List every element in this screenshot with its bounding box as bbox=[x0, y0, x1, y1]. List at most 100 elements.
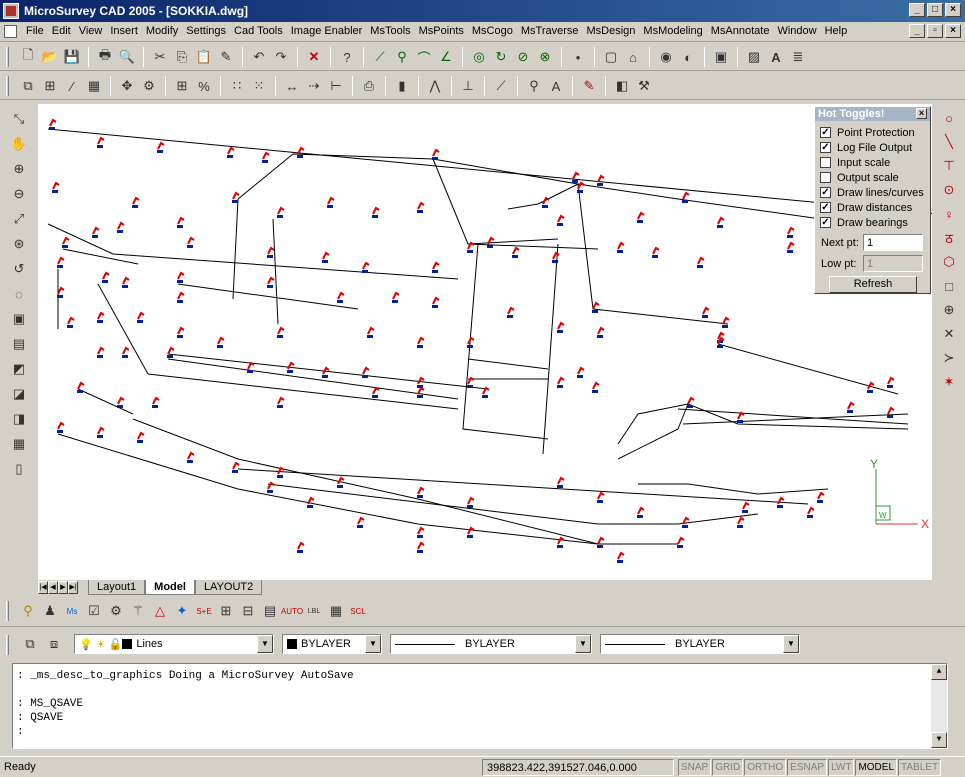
status-toggle-ortho[interactable]: ORTHO bbox=[744, 759, 787, 776]
menu-mstraverse[interactable]: MsTraverse bbox=[517, 25, 583, 37]
copy-object-icon[interactable]: ⊞ bbox=[40, 76, 60, 96]
menu-mscogo[interactable]: MsCogo bbox=[468, 25, 517, 37]
save-icon[interactable]: 💾 bbox=[62, 47, 82, 67]
pick-icon[interactable]: ⤡ bbox=[9, 109, 29, 129]
command-line[interactable]: : _ms_desc_to_graphics Doing a MicroSurv… bbox=[12, 663, 948, 749]
command-scrollbar[interactable]: ▲ ▼ bbox=[931, 664, 947, 748]
named-view-icon[interactable]: ▤ bbox=[9, 334, 29, 354]
checklist-icon[interactable]: ☑ bbox=[84, 601, 104, 621]
mtext-tool-icon[interactable]: ≣ bbox=[788, 47, 808, 67]
snap-clear-icon[interactable]: ✶ bbox=[938, 372, 960, 392]
print-preview-icon[interactable]: 🔍 bbox=[117, 47, 137, 67]
refresh-button[interactable]: Refresh bbox=[829, 276, 917, 293]
checkbox[interactable]: ✓ bbox=[820, 142, 831, 153]
color-combo[interactable]: BYLAYER ▼ bbox=[282, 634, 382, 654]
slope-icon[interactable]: ⟋ bbox=[491, 76, 511, 96]
status-toggle-grid[interactable]: GRID bbox=[712, 759, 744, 776]
intersection-icon[interactable]: ✕ bbox=[938, 324, 960, 344]
network-icon[interactable]: ✦ bbox=[172, 601, 192, 621]
label-default-icon[interactable]: LBL bbox=[304, 601, 324, 621]
print-icon[interactable]: 🖶 bbox=[95, 47, 115, 67]
circle-draw-icon[interactable]: ○ bbox=[938, 108, 960, 128]
linetype-combo[interactable]: BYLAYER ▼ bbox=[390, 634, 592, 654]
point-tool-icon[interactable]: • bbox=[568, 47, 588, 67]
minimize-button[interactable]: _ bbox=[909, 3, 925, 17]
checkbox[interactable]: ✓ bbox=[820, 187, 831, 198]
polyline-tool-icon[interactable]: ∠ bbox=[436, 47, 456, 67]
block-list-icon[interactable]: ▤ bbox=[260, 601, 280, 621]
status-toggle-tablet[interactable]: TABLET bbox=[898, 759, 942, 776]
menu-mspoints[interactable]: MsPoints bbox=[415, 25, 468, 37]
help-icon[interactable]: ? bbox=[337, 47, 357, 67]
percent-icon[interactable]: % bbox=[194, 76, 214, 96]
checkbox[interactable]: ✓ bbox=[820, 127, 831, 138]
doc-minimize-button[interactable]: _ bbox=[909, 24, 925, 38]
toggle-log-file-output[interactable]: ✓ Log File Output bbox=[820, 140, 930, 155]
menu-edit[interactable]: Edit bbox=[48, 25, 75, 37]
checkbox[interactable] bbox=[820, 157, 831, 168]
next-pt-input[interactable] bbox=[863, 234, 923, 251]
open-icon[interactable]: 📂 bbox=[40, 47, 60, 67]
new-icon[interactable]: 🗋 bbox=[18, 47, 38, 67]
grid-view-icon[interactable]: ▦ bbox=[84, 76, 104, 96]
render-icon[interactable]: ◩ bbox=[9, 359, 29, 379]
line-draw-icon[interactable]: ╲ bbox=[938, 132, 960, 152]
block-tool-icon[interactable]: ⌂ bbox=[623, 47, 643, 67]
menu-mstools[interactable]: MsTools bbox=[366, 25, 414, 37]
make-layer-current-icon[interactable]: ⧈ bbox=[44, 634, 64, 654]
lineweight-combo[interactable]: BYLAYER ▼ bbox=[600, 634, 800, 654]
zoom-in-icon[interactable]: ⊕ bbox=[9, 159, 29, 179]
linetype-dropdown-arrow[interactable]: ▼ bbox=[575, 635, 591, 653]
layer-state-icon[interactable]: ⚙ bbox=[139, 76, 159, 96]
menu-file[interactable]: File bbox=[22, 25, 48, 37]
measure-icon[interactable]: ⁄ bbox=[62, 76, 82, 96]
copy-icon[interactable]: ⎘ bbox=[172, 47, 192, 67]
first-tab-button[interactable]: |◀ bbox=[38, 581, 48, 594]
low-pt-input[interactable] bbox=[863, 255, 923, 272]
ms-setup-icon[interactable]: Ms bbox=[62, 601, 82, 621]
tab-layout2[interactable]: LAYOUT2 bbox=[194, 580, 263, 595]
square-icon[interactable]: □ bbox=[938, 276, 960, 296]
pin-icon[interactable]: ⚲ bbox=[18, 601, 38, 621]
scale-icon[interactable]: SCL bbox=[348, 601, 368, 621]
scatter-icon[interactable]: ⁙ bbox=[249, 76, 269, 96]
menu-help[interactable]: Help bbox=[821, 25, 852, 37]
dimension-icon[interactable]: ↔ bbox=[282, 76, 302, 96]
toggle-draw-distances[interactable]: ✓ Draw distances bbox=[820, 200, 930, 215]
prev-tab-button[interactable]: ◀ bbox=[48, 581, 58, 594]
document-icon[interactable] bbox=[4, 25, 17, 38]
match-properties-icon[interactable]: ✎ bbox=[216, 47, 236, 67]
color-dropdown-arrow[interactable]: ▼ bbox=[365, 635, 381, 653]
menu-view[interactable]: View bbox=[75, 25, 107, 37]
settings-check-icon[interactable]: ⚙ bbox=[106, 601, 126, 621]
zoom-extents-icon[interactable]: ⤢ bbox=[9, 209, 29, 229]
doc-close-button[interactable]: × bbox=[945, 24, 961, 38]
pen-icon[interactable]: ✎ bbox=[579, 76, 599, 96]
tab-layout1[interactable]: Layout1 bbox=[88, 580, 146, 595]
checkbox[interactable]: ✓ bbox=[820, 217, 831, 228]
surveyor-icon[interactable]: ♟ bbox=[40, 601, 60, 621]
zoom-tool-icon[interactable]: ⚲ bbox=[392, 47, 412, 67]
toggle-draw-lines-curves[interactable]: ✓ Draw lines/curves bbox=[820, 185, 930, 200]
ordinate-icon[interactable]: ⊢ bbox=[326, 76, 346, 96]
scroll-down-icon[interactable]: ▼ bbox=[931, 732, 947, 748]
undo-icon[interactable]: ↶ bbox=[249, 47, 269, 67]
status-toggle-lwt[interactable]: LWT bbox=[828, 759, 855, 776]
arc-tool-icon[interactable]: ⌒ bbox=[414, 47, 434, 67]
toggle-point-protection[interactable]: ✓ Point Protection bbox=[820, 125, 930, 140]
menu-window[interactable]: Window bbox=[773, 25, 820, 37]
menu-msmodeling[interactable]: MsModeling bbox=[639, 25, 706, 37]
drawing-canvas[interactable]: Y X W bbox=[38, 104, 932, 580]
paste-icon[interactable]: 📋 bbox=[194, 47, 214, 67]
rectangle-tool-icon[interactable]: ▢ bbox=[601, 47, 621, 67]
app-icon[interactable] bbox=[3, 3, 19, 19]
traverse-icon[interactable]: ⚚ bbox=[128, 601, 148, 621]
zoom-previous-icon[interactable]: ↺ bbox=[9, 259, 29, 279]
zoom-out-icon[interactable]: ⊖ bbox=[9, 184, 29, 204]
menu-modify[interactable]: Modify bbox=[142, 25, 182, 37]
shade-icon[interactable]: ◪ bbox=[9, 384, 29, 404]
menu-msannotate[interactable]: MsAnnotate bbox=[707, 25, 774, 37]
menu-settings[interactable]: Settings bbox=[182, 25, 230, 37]
menu-msdesign[interactable]: MsDesign bbox=[583, 25, 640, 37]
lineweight-dropdown-arrow[interactable]: ▼ bbox=[783, 635, 799, 653]
